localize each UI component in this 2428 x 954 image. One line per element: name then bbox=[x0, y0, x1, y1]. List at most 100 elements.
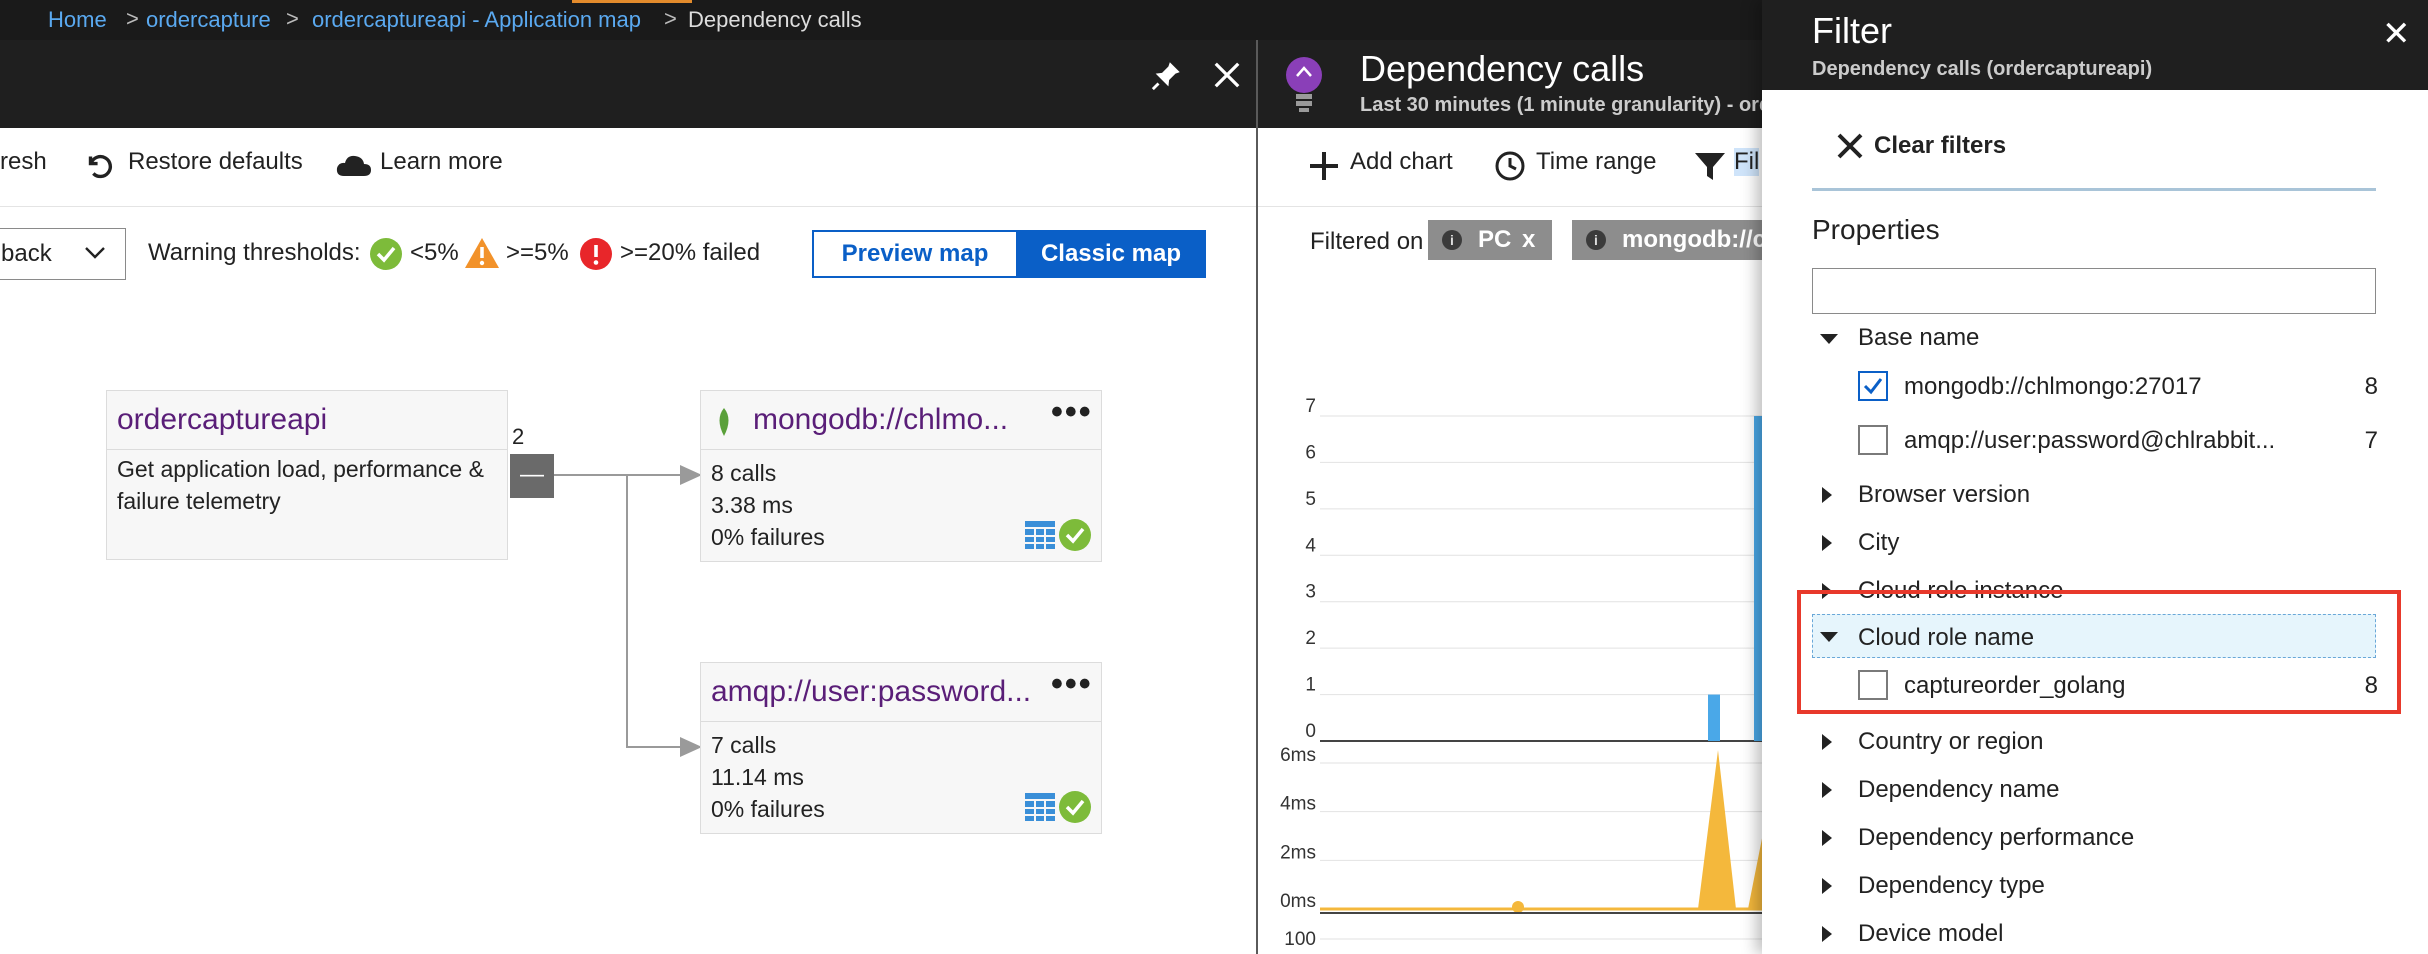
warning-thresholds-label: Warning thresholds: bbox=[148, 239, 361, 266]
filter-pill-pc[interactable]: i PC x bbox=[1428, 220, 1552, 260]
filter-panel-header: Filter Dependency calls (ordercaptureapi… bbox=[1762, 0, 2428, 90]
edge-count: 2 bbox=[512, 424, 525, 449]
base-name-mongodb-checkbox[interactable] bbox=[1858, 371, 1888, 401]
more-options-icon[interactable]: ••• bbox=[1051, 393, 1093, 432]
node-divider bbox=[107, 449, 507, 450]
restore-defaults-label: Restore defaults bbox=[128, 148, 303, 175]
node-divider bbox=[701, 721, 1101, 722]
y-tick-label: 0 bbox=[1305, 721, 1316, 742]
expand-caret-icon[interactable] bbox=[1822, 535, 1832, 551]
restore-defaults-button[interactable]: Restore defaults bbox=[82, 146, 342, 186]
group-dependency-name[interactable]: Dependency name bbox=[1858, 776, 2059, 804]
filter-pill-mongodb[interactable]: i mongodb://c bbox=[1572, 220, 1772, 260]
node-title: amqp://user:password... bbox=[711, 675, 1032, 708]
time-range-button[interactable]: Time range bbox=[1494, 146, 1674, 186]
filter-panel-subtitle: Dependency calls (ordercaptureapi) bbox=[1812, 58, 2153, 80]
duration-tick-label: 4ms bbox=[1280, 794, 1316, 815]
more-options-icon[interactable]: ••• bbox=[1051, 665, 1093, 704]
group-city[interactable]: City bbox=[1858, 529, 1899, 557]
mongodb-leaf-icon bbox=[719, 408, 729, 436]
group-country[interactable]: Country or region bbox=[1858, 728, 2043, 756]
duration-tick-label: 6ms bbox=[1280, 745, 1316, 766]
pin-icon[interactable] bbox=[1150, 58, 1184, 92]
add-chart-button[interactable]: Add chart bbox=[1308, 146, 1488, 186]
node-ordercaptureapi[interactable]: ordercaptureapi Get application load, pe… bbox=[106, 390, 508, 560]
expand-caret-icon[interactable] bbox=[1822, 878, 1832, 894]
node-description-line1: Get application load, performance & bbox=[117, 456, 484, 482]
base-name-mongodb-label[interactable]: mongodb://chlmongo:27017 bbox=[1904, 373, 2202, 401]
base-name-mongodb-count: 8 bbox=[2364, 373, 2378, 400]
group-dependency-type[interactable]: Dependency type bbox=[1858, 872, 2045, 900]
healthy-check-icon bbox=[1059, 791, 1091, 823]
group-device-model[interactable]: Device model bbox=[1858, 920, 2003, 948]
y-tick-label: 5 bbox=[1305, 489, 1316, 510]
plus-icon bbox=[1310, 152, 1338, 180]
base-name-amqp-label[interactable]: amqp://user:password@chlrabbit... bbox=[1904, 427, 2275, 455]
node-amqp[interactable]: amqp://user:password... ••• 7 calls 11.1… bbox=[700, 662, 1102, 834]
y-tick-label: 6 bbox=[1305, 442, 1316, 463]
group-browser-version[interactable]: Browser version bbox=[1858, 481, 2030, 509]
collapse-dependencies-button[interactable]: — bbox=[510, 454, 554, 498]
warning-green-text: <5% bbox=[410, 239, 459, 266]
breadcrumb-separator: > bbox=[286, 6, 299, 31]
breadcrumb-app-map[interactable]: ordercaptureapi - Application map bbox=[312, 7, 641, 33]
undo-icon bbox=[88, 154, 113, 179]
add-chart-label: Add chart bbox=[1350, 148, 1453, 175]
connector-line bbox=[626, 746, 684, 748]
refresh-button[interactable]: resh bbox=[0, 148, 47, 176]
expand-caret-icon[interactable] bbox=[1822, 926, 1832, 942]
close-filter-icon[interactable]: ✕ bbox=[2382, 14, 2411, 54]
expand-caret-icon[interactable] bbox=[1822, 734, 1832, 750]
connector-line bbox=[554, 474, 684, 476]
remove-filter-icon[interactable]: x bbox=[1522, 220, 1535, 260]
properties-heading: Properties bbox=[1812, 214, 1940, 245]
clear-filters-underline bbox=[1812, 188, 2376, 191]
timespan-select[interactable]: back bbox=[0, 228, 126, 280]
filter-panel: Filter Dependency calls (ordercaptureapi… bbox=[1762, 0, 2428, 954]
breadcrumb-separator: > bbox=[664, 6, 677, 31]
info-icon: i bbox=[1586, 230, 1606, 250]
duration-tick-label: 0ms bbox=[1280, 891, 1316, 912]
node-failures: 0% failures bbox=[711, 796, 825, 822]
breadcrumb-home[interactable]: Home bbox=[48, 7, 107, 33]
healthy-check-icon bbox=[1059, 519, 1091, 551]
breadcrumb-ordercapture[interactable]: ordercapture bbox=[146, 7, 271, 33]
filter-pill-label: PC bbox=[1478, 226, 1512, 253]
expand-caret-icon[interactable] bbox=[1822, 830, 1832, 846]
classic-map-button[interactable]: Classic map bbox=[1016, 230, 1206, 278]
error-icon bbox=[580, 238, 612, 270]
arrow-right-icon bbox=[680, 465, 702, 485]
node-title: mongodb://chlmo... bbox=[753, 403, 1009, 436]
y-tick-label: 3 bbox=[1305, 582, 1316, 603]
y-tick-label: 1 bbox=[1305, 675, 1316, 696]
learn-more-button[interactable]: Learn more bbox=[336, 146, 516, 186]
filters-label: Fil bbox=[1734, 148, 1760, 176]
close-icon[interactable] bbox=[1212, 60, 1242, 90]
expand-caret-icon[interactable] bbox=[1822, 782, 1832, 798]
collapse-caret-icon[interactable] bbox=[1820, 334, 1838, 344]
clear-x-icon bbox=[1837, 133, 1863, 159]
preview-map-button[interactable]: Preview map bbox=[812, 230, 1018, 278]
timespan-select-value: back bbox=[1, 240, 52, 267]
expand-caret-icon[interactable] bbox=[1822, 487, 1832, 503]
base-name-amqp-checkbox[interactable] bbox=[1858, 425, 1888, 455]
highlight-box bbox=[1797, 590, 2401, 714]
next-chart-tick-label: 100 bbox=[1284, 929, 1316, 950]
grid-table-icon[interactable] bbox=[1025, 793, 1055, 821]
warning-triangle-icon bbox=[465, 238, 499, 268]
clear-filters-label: Clear filters bbox=[1874, 132, 2007, 159]
node-mongodb[interactable]: mongodb://chlmo... ••• 8 calls 3.38 ms 0… bbox=[700, 390, 1102, 562]
clear-filters-button[interactable]: Clear filters bbox=[1834, 128, 2034, 168]
group-base-name[interactable]: Base name bbox=[1858, 324, 1979, 352]
group-dependency-performance[interactable]: Dependency performance bbox=[1858, 824, 2134, 852]
node-calls: 8 calls bbox=[711, 460, 777, 486]
breadcrumb-current: Dependency calls bbox=[688, 7, 862, 32]
node-duration: 3.38 ms bbox=[711, 492, 793, 518]
chevron-down-icon bbox=[85, 247, 105, 259]
properties-search-input[interactable] bbox=[1812, 268, 2376, 314]
grid-table-icon[interactable] bbox=[1025, 521, 1055, 549]
filter-icon bbox=[1695, 153, 1725, 180]
base-name-amqp-count: 7 bbox=[2364, 427, 2378, 454]
count-bar bbox=[1754, 416, 1762, 741]
filtered-on-label: Filtered on bbox=[1310, 228, 1424, 255]
